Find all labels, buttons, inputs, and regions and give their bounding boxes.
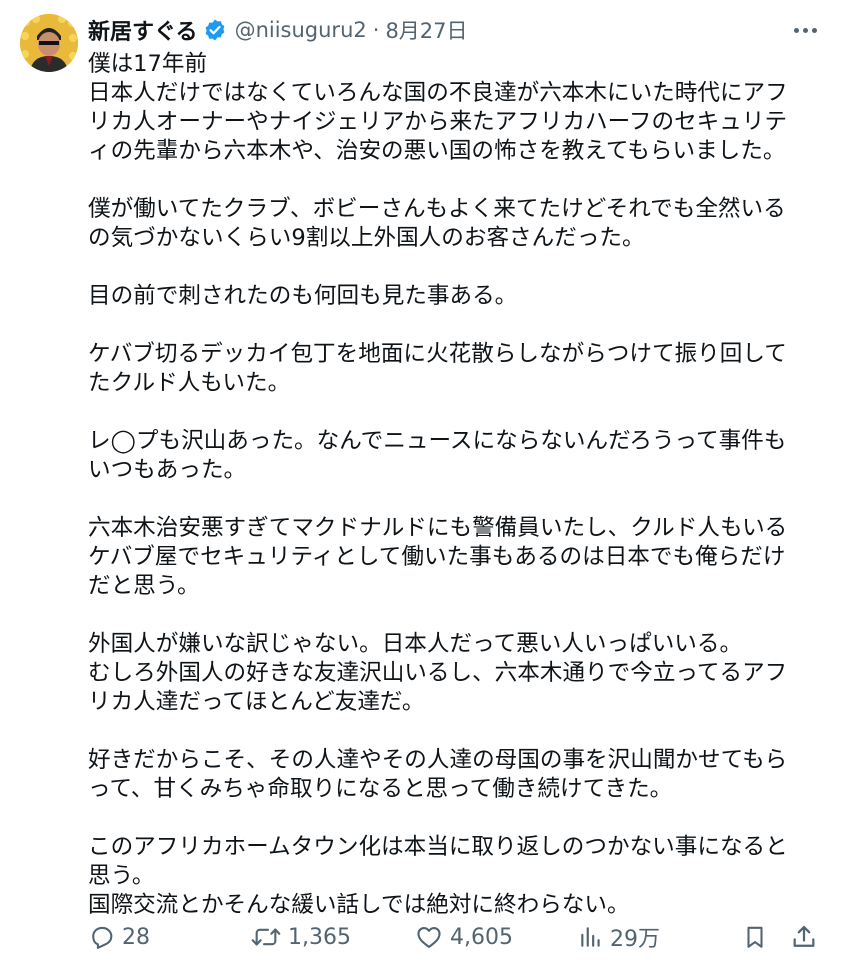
views-button[interactable]: 29万 — [578, 917, 660, 957]
action-bar: 28 1,365 4,605 29万 — [88, 917, 824, 957]
tweet: 新居すぐる @niisuguru2 · 8月27日 僕は17年前日本人だけではな… — [0, 0, 844, 970]
avatar[interactable] — [20, 14, 78, 72]
reply-count: 28 — [122, 924, 150, 950]
more-options-icon[interactable] — [788, 18, 822, 42]
tweet-text-line: 日本人だけではなくていろんな国の不良達が六本木にいた時代にアフ — [88, 80, 788, 106]
tweet-text: 僕は17年前日本人だけではなくていろんな国の不良達が六本木にいた時代にアフ リカ人… — [88, 50, 826, 920]
tweet-text-line: 六本木治安悪すぎてマクドナルドにも警備員いたし、クルド人もいる — [88, 515, 788, 541]
tweet-text-line: 国際交流とかそんな緩い話しでは絶対に終わらない。 — [88, 892, 630, 918]
like-button[interactable]: 4,605 — [414, 917, 513, 957]
reply-button[interactable]: 28 — [88, 917, 150, 957]
tweet-text-line: 思う。 — [88, 863, 155, 889]
tweet-text-line: 外国人が嫌いな訳じゃない。日本人だって悪い人いっぱいいる。 — [88, 631, 743, 657]
tweet-text-line: レ◯プも沢山あった。なんでニュースにならないんだろうって事件も — [88, 428, 787, 454]
tweet-text-line: このアフリカホームタウン化は本当に取り返しのつかない事になると — [88, 834, 788, 860]
tweet-text-line: いつもあった。 — [88, 457, 247, 483]
author-name[interactable]: 新居すぐる — [88, 14, 198, 46]
reply-icon — [92, 926, 113, 949]
retweet-count: 1,365 — [288, 924, 351, 950]
retweet-icon — [251, 928, 281, 946]
tweet-header: 新居すぐる @niisuguru2 · 8月27日 — [88, 14, 468, 46]
share-icon — [793, 925, 815, 947]
tweet-text-line: ィの先輩から六本木や、治安の悪い国の怖さを教えてもらいました。 — [88, 138, 786, 164]
tweet-text-line: むしろ外国人の好きな友達沢山いるし、六本木通りで今立ってるアフ — [88, 660, 788, 686]
tweet-text-line: リカ人達だってほとんど友達だ。 — [88, 689, 425, 715]
tweet-text-line: だと思う。 — [88, 573, 200, 599]
tweet-text-line: ケバブ切るデッカイ包丁を地面に火花散らしながらつけて振り回して — [88, 341, 787, 367]
share-button[interactable] — [790, 917, 818, 957]
views-count: 29万 — [610, 927, 660, 952]
like-icon — [417, 926, 441, 948]
tweet-text-line: リカ人オーナーやナイジェリアから来たアフリカハーフのセキュリテ — [88, 109, 788, 135]
tweet-text-line: たクルド人もいた。 — [88, 370, 291, 396]
bookmark-icon — [747, 926, 763, 948]
bookmark-button[interactable] — [742, 917, 768, 957]
tweet-text-line: って、甘くみちゃ命取りになると思って働き続けてきた。 — [88, 776, 673, 802]
tweet-text-line: ケバブ屋でセキュリティとして働いた事もあるのは日本でも俺らだけ — [88, 544, 786, 570]
tweet-text-line: 目の前で刺されたのも何回も見た事ある。 — [88, 283, 518, 309]
tweet-text-line: の気づかないくらい9割以上外国人のお客さんだった。 — [88, 225, 645, 251]
tweet-date[interactable]: 8月27日 — [385, 15, 467, 45]
verified-badge-icon — [203, 18, 227, 42]
tweet-text-line: 好きだからこそ、その人達やその人達の母国の事を沢山聞かせてもら — [88, 747, 788, 773]
author-handle[interactable]: @niisuguru2 — [235, 18, 367, 42]
separator-dot: · — [372, 18, 380, 42]
like-count: 4,605 — [450, 924, 513, 950]
retweet-button[interactable]: 1,365 — [250, 917, 351, 957]
tweet-text-line: 僕は17年前 — [88, 51, 208, 77]
tweet-text-line: 僕が働いてたクラブ、ボビーさんもよく来てたけどそれでも全然いる — [88, 196, 786, 222]
views-icon — [581, 927, 600, 947]
